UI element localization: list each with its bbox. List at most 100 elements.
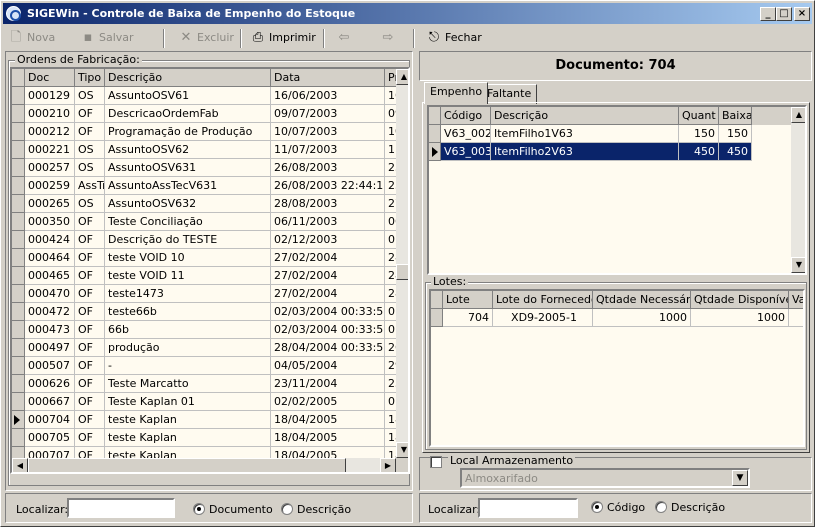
- row-indicator[interactable]: [431, 309, 443, 327]
- hscroll-thumb[interactable]: [28, 458, 346, 472]
- radio-descricao[interactable]: [655, 501, 667, 513]
- empenho-vertical-scrollbar[interactable]: ▲ ▼: [791, 107, 805, 273]
- table-cell[interactable]: AssuntoAssTecV631: [105, 177, 271, 195]
- next-button[interactable]: ⇨: [373, 27, 403, 49]
- table-cell[interactable]: 26/08/2003 22:44:15: [271, 177, 385, 195]
- table-cell[interactable]: Programação de Produção: [105, 123, 271, 141]
- lotes-grid[interactable]: Lote Lote do Fornecedor Qtdade Necessári…: [429, 289, 805, 447]
- table-row[interactable]: 000350OFTeste Conciliação06/11/200306: [12, 213, 399, 231]
- table-cell[interactable]: 000259: [25, 177, 75, 195]
- table-cell[interactable]: OF: [75, 375, 105, 393]
- radio-descricao-label[interactable]: Descrição: [297, 503, 351, 516]
- table-cell[interactable]: 10/07/2003: [271, 123, 385, 141]
- table-row[interactable]: V63_002 ItemFilho1V63 150 150: [429, 125, 791, 143]
- table-cell[interactable]: 000667: [25, 393, 75, 411]
- column-header-descricao[interactable]: Descrição: [491, 107, 679, 125]
- orders-grid[interactable]: Doc Tipo Descrição Data Pr 000129 OS Assun…: [10, 67, 410, 474]
- table-row[interactable]: 000705OFteste Kaplan18/04/200518: [12, 429, 399, 447]
- table-cell[interactable]: 000350: [25, 213, 75, 231]
- table-cell[interactable]: 000472: [25, 303, 75, 321]
- table-row[interactable]: 000470OFteste147327/02/200428: [12, 285, 399, 303]
- imprimir-button[interactable]: ⎙ Imprimir: [247, 27, 323, 49]
- table-cell[interactable]: 23/11/2004: [271, 375, 385, 393]
- table-cell[interactable]: XD9-2005-1: [493, 309, 593, 327]
- column-header-doc[interactable]: Doc: [25, 69, 75, 87]
- table-cell[interactable]: 27/02/2004: [271, 267, 385, 285]
- table-row[interactable]: 000129OSAssuntoOSV6116/06/200316: [12, 87, 399, 105]
- salvar-button[interactable]: ▪ Salvar: [77, 27, 157, 49]
- close-button[interactable]: ×: [794, 7, 810, 21]
- table-cell[interactable]: 450: [679, 143, 719, 161]
- table-cell[interactable]: teste1473: [105, 285, 271, 303]
- radio-descricao[interactable]: [281, 503, 293, 515]
- table-cell[interactable]: 28/04/2004 00:33:52: [271, 339, 385, 357]
- excluir-button[interactable]: ✕ Excluir: [175, 27, 245, 49]
- column-header-lote-fornecedor[interactable]: Lote do Fornecedor: [493, 291, 593, 309]
- table-cell[interactable]: OF: [75, 105, 105, 123]
- table-cell[interactable]: teste66b: [105, 303, 271, 321]
- table-cell[interactable]: AssuntoOSV632: [105, 195, 271, 213]
- table-cell[interactable]: 000129: [25, 87, 75, 105]
- chevron-down-icon[interactable]: ▼: [732, 470, 748, 486]
- table-cell[interactable]: teste Kaplan: [105, 429, 271, 447]
- table-cell[interactable]: OF: [75, 357, 105, 375]
- table-cell[interactable]: OF: [75, 411, 105, 429]
- table-cell[interactable]: V63_002: [441, 125, 491, 143]
- local-armazenamento-label[interactable]: Local Armazenamento: [448, 454, 576, 467]
- table-row[interactable]: 000472OFteste66b02/03/2004 00:33:5201: [12, 303, 399, 321]
- table-row[interactable]: 000210OFDescricaoOrdemFab09/07/200309: [12, 105, 399, 123]
- table-cell[interactable]: 16/06/2003: [271, 87, 385, 105]
- row-indicator[interactable]: [12, 249, 25, 267]
- table-cell[interactable]: 11/07/2003: [271, 141, 385, 159]
- radio-codigo[interactable]: [591, 501, 603, 513]
- table-cell[interactable]: OF: [75, 213, 105, 231]
- table-cell[interactable]: ItemFilho1V63: [491, 125, 679, 143]
- table-cell[interactable]: V63_003: [441, 143, 491, 161]
- scroll-down-button[interactable]: ▼: [396, 442, 408, 458]
- column-header-qtdade-disponivel[interactable]: Qtdade Disponível: [691, 291, 789, 309]
- table-cell[interactable]: 02/03/2004 00:33:52: [271, 321, 385, 339]
- row-indicator[interactable]: [12, 411, 25, 429]
- table-cell[interactable]: 06/11/2003: [271, 213, 385, 231]
- row-indicator[interactable]: [12, 267, 25, 285]
- scroll-up-button[interactable]: ▲: [791, 107, 805, 123]
- table-cell[interactable]: [789, 309, 803, 327]
- row-indicator[interactable]: [12, 321, 25, 339]
- table-row[interactable]: 000257OSAssuntoOSV63126/08/200325: [12, 159, 399, 177]
- column-header-baixa[interactable]: Baixa: [719, 107, 752, 125]
- table-cell[interactable]: 000210: [25, 105, 75, 123]
- table-cell[interactable]: Teste Conciliação: [105, 213, 271, 231]
- table-cell[interactable]: 26/08/2003: [271, 159, 385, 177]
- row-indicator[interactable]: [429, 143, 441, 161]
- tab-empenho[interactable]: Empenho: [424, 82, 489, 104]
- table-cell[interactable]: OF: [75, 339, 105, 357]
- table-cell[interactable]: 28/08/2003: [271, 195, 385, 213]
- table-cell[interactable]: 000497: [25, 339, 75, 357]
- column-header-tipo[interactable]: Tipo: [75, 69, 105, 87]
- row-indicator[interactable]: [12, 357, 25, 375]
- table-cell[interactable]: Descrição do TESTE: [105, 231, 271, 249]
- table-cell[interactable]: ItemFilho2V63: [491, 143, 679, 161]
- table-row[interactable]: 000497OFprodução28/04/2004 00:33:5226: [12, 339, 399, 357]
- table-cell[interactable]: OF: [75, 123, 105, 141]
- row-indicator[interactable]: [12, 285, 25, 303]
- app-icon[interactable]: [6, 6, 21, 21]
- table-row[interactable]: V63_003 ItemFilho2V63 450 450: [429, 143, 791, 161]
- row-indicator[interactable]: [12, 123, 25, 141]
- table-cell[interactable]: Teste Marcatto: [105, 375, 271, 393]
- tab-faltante[interactable]: Faltante: [481, 84, 538, 104]
- table-cell[interactable]: OF: [75, 393, 105, 411]
- table-cell[interactable]: 000221: [25, 141, 75, 159]
- table-cell[interactable]: OS: [75, 141, 105, 159]
- table-cell[interactable]: 18/04/2005: [271, 411, 385, 429]
- document-search-input[interactable]: [478, 498, 578, 518]
- table-cell[interactable]: OF: [75, 231, 105, 249]
- column-header-val[interactable]: Val: [789, 291, 803, 309]
- nova-button[interactable]: 🗋 Nova: [5, 27, 75, 49]
- table-cell[interactable]: 27/02/2004: [271, 285, 385, 303]
- table-cell[interactable]: 000257: [25, 159, 75, 177]
- table-cell[interactable]: OS: [75, 87, 105, 105]
- previous-button[interactable]: ⇦: [329, 27, 359, 49]
- table-cell[interactable]: OS: [75, 195, 105, 213]
- table-cell[interactable]: OF: [75, 249, 105, 267]
